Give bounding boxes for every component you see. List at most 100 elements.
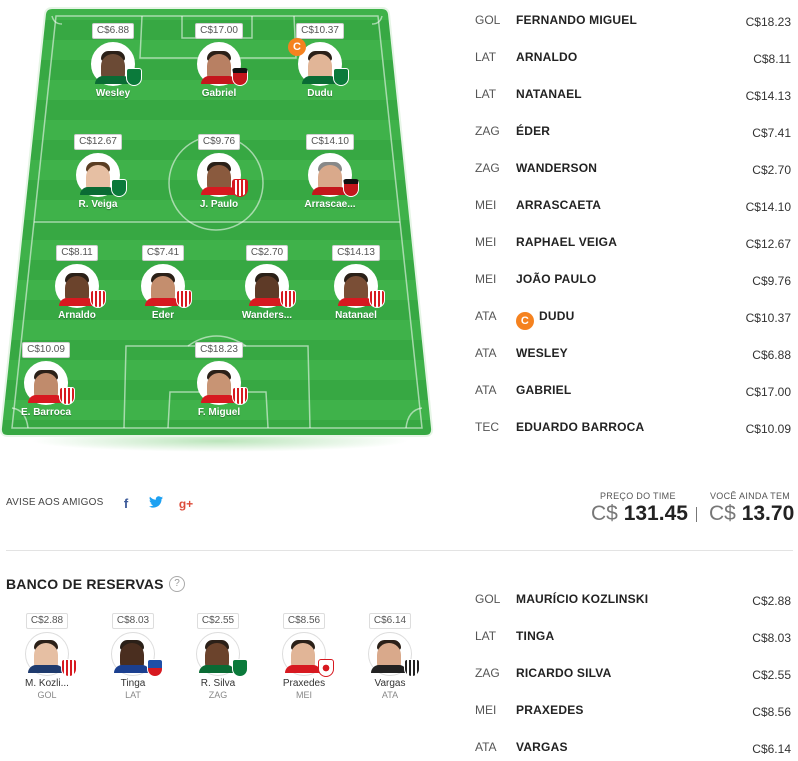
roster-player-price: C$17.00 bbox=[745, 385, 791, 399]
field-player-fmiguel[interactable]: C$18.23 F. Miguel bbox=[174, 339, 264, 418]
roster-row[interactable]: MEI ARRASCAETA C$14.10 bbox=[475, 198, 793, 235]
player-name: Wesley bbox=[95, 88, 131, 99]
player-name: Arrascae... bbox=[304, 199, 356, 210]
player-price: C$2.88 bbox=[25, 613, 69, 629]
field-player-natanael[interactable]: C$14.13 Natanael bbox=[311, 242, 401, 321]
field-player-rveiga[interactable]: C$12.67 R. Veiga bbox=[53, 131, 143, 210]
roster-position: TEC bbox=[475, 420, 499, 434]
team-price-label: PREÇO DO TIME bbox=[600, 491, 676, 501]
player-position: LAT bbox=[125, 690, 141, 700]
roster-row[interactable]: LAT NATANAEL C$14.13 bbox=[475, 87, 793, 124]
bench-player-tinga[interactable]: C$8.03 Tinga LAT bbox=[98, 610, 168, 700]
roster-row[interactable]: ZAG ÉDER C$7.41 bbox=[475, 124, 793, 161]
roster-position: MEI bbox=[475, 272, 497, 286]
club-crest-icon bbox=[176, 290, 192, 308]
roster-row[interactable]: MEI JOÃO PAULO C$9.76 bbox=[475, 272, 793, 309]
field-player-wesley[interactable]: C$6.88 Wesley bbox=[68, 20, 158, 99]
facebook-icon[interactable]: f bbox=[118, 496, 134, 512]
player-avatar bbox=[196, 632, 248, 677]
player-price: C$10.09 bbox=[22, 342, 70, 358]
section-divider bbox=[6, 550, 793, 551]
field-player-ebarroca[interactable]: C$10.09 E. Barroca bbox=[1, 339, 91, 418]
player-price: C$10.37 bbox=[296, 23, 344, 39]
player-avatar bbox=[334, 264, 385, 308]
field-player-arnaldo[interactable]: C$8.11 Arnaldo bbox=[32, 242, 122, 321]
field-player-dudu[interactable]: C$10.37 C Dudu bbox=[275, 20, 365, 99]
roster-player-price: C$12.67 bbox=[745, 237, 791, 251]
roster-position: ATA bbox=[475, 740, 497, 754]
player-avatar bbox=[245, 264, 296, 308]
bench-player-vargas[interactable]: C$6.14 Vargas ATA bbox=[355, 610, 425, 700]
player-name: J. Paulo bbox=[199, 199, 239, 210]
roster-row[interactable]: ZAG WANDERSON C$2.70 bbox=[475, 161, 793, 198]
field-player-eder[interactable]: C$7.41 Eder bbox=[118, 242, 208, 321]
roster-row[interactable]: MEI PRAXEDES C$8.56 bbox=[475, 703, 793, 740]
player-price: C$14.10 bbox=[306, 134, 354, 150]
roster-position: ZAG bbox=[475, 666, 500, 680]
roster-player-name: RICARDO SILVA bbox=[516, 666, 612, 680]
roster-player-price: C$2.88 bbox=[752, 594, 791, 608]
roster-row[interactable]: MEI RAPHAEL VEIGA C$12.67 bbox=[475, 235, 793, 272]
bench-player-kozlinski[interactable]: C$2.88 M. Kozli... GOL bbox=[12, 610, 82, 700]
player-price: C$8.11 bbox=[56, 245, 98, 261]
roster-row[interactable]: ZAG RICARDO SILVA C$2.55 bbox=[475, 666, 793, 703]
bench-title: BANCO DE RESERVAS bbox=[6, 576, 164, 592]
share-label: AVISE AOS AMIGOS bbox=[6, 497, 104, 508]
player-name: Wanders... bbox=[241, 310, 293, 321]
remaining-label: VOCÊ AINDA TEM bbox=[710, 491, 791, 501]
player-name: Vargas bbox=[374, 678, 406, 689]
field-player-jpaulo[interactable]: C$9.76 J. Paulo bbox=[174, 131, 264, 210]
twitter-icon[interactable] bbox=[148, 496, 164, 512]
player-position: ATA bbox=[381, 690, 399, 700]
roster-player-price: C$9.76 bbox=[752, 274, 791, 288]
player-name: M. Kozli... bbox=[25, 678, 69, 689]
roster-row[interactable]: ATA WESLEY C$6.88 bbox=[475, 346, 793, 383]
player-avatar bbox=[197, 42, 248, 86]
bench-player-rsilva[interactable]: C$2.55 R. Silva ZAG bbox=[183, 610, 253, 700]
player-avatar bbox=[76, 153, 127, 197]
roster-player-price: C$14.13 bbox=[745, 89, 791, 103]
help-icon[interactable]: ? bbox=[169, 576, 185, 592]
roster-player-price: C$8.11 bbox=[753, 52, 791, 66]
roster-player-price: C$14.10 bbox=[745, 200, 791, 214]
team-price-currency: C$ bbox=[591, 502, 618, 525]
roster-row[interactable]: GOL FERNANDO MIGUEL C$18.23 bbox=[475, 13, 793, 50]
player-avatar bbox=[25, 632, 77, 677]
roster-row[interactable]: LAT ARNALDO C$8.11 bbox=[475, 50, 793, 87]
club-crest-icon bbox=[232, 387, 248, 405]
player-avatar bbox=[368, 632, 420, 677]
roster-player-price: C$10.09 bbox=[745, 422, 791, 436]
field-player-arrascaeta[interactable]: C$14.10 Arrascae... bbox=[285, 131, 375, 210]
field-player-wanderson[interactable]: C$2.70 Wanders... bbox=[222, 242, 312, 321]
player-name: Eder bbox=[151, 310, 175, 321]
roster-row[interactable]: ATA C DUDU C$10.37 bbox=[475, 309, 793, 346]
roster-player-name: ÉDER bbox=[516, 124, 551, 138]
remaining-value: C$ 13.70 bbox=[709, 502, 794, 526]
team-price-value: C$ 131.45 bbox=[591, 502, 688, 526]
player-name: Dudu bbox=[307, 88, 333, 99]
roster-position: ATA bbox=[475, 383, 497, 397]
player-avatar: C bbox=[288, 38, 349, 86]
roster-player-name: PRAXEDES bbox=[516, 703, 584, 717]
roster-row[interactable]: ATA VARGAS C$6.14 bbox=[475, 740, 793, 761]
roster-position: GOL bbox=[475, 13, 501, 27]
roster-row[interactable]: LAT TINGA C$8.03 bbox=[475, 629, 793, 666]
roster-position: ZAG bbox=[475, 124, 500, 138]
roster-row[interactable]: GOL MAURÍCIO KOZLINSKI C$2.88 bbox=[475, 592, 793, 629]
bench-player-praxedes[interactable]: C$8.56 Praxedes MEI bbox=[269, 610, 339, 700]
starting-roster-list: GOL FERNANDO MIGUEL C$18.23 LAT ARNALDO … bbox=[475, 13, 793, 457]
googleplus-icon[interactable]: g+ bbox=[178, 496, 194, 512]
player-name: R. Silva bbox=[200, 678, 236, 689]
roster-player-price: C$6.14 bbox=[752, 742, 791, 756]
player-price: C$17.00 bbox=[195, 23, 243, 39]
roster-position: ATA bbox=[475, 309, 497, 323]
field-player-gabriel[interactable]: C$17.00 Gabriel bbox=[174, 20, 264, 99]
player-price: C$6.88 bbox=[91, 23, 135, 39]
player-position: ZAG bbox=[208, 690, 228, 700]
roster-row[interactable]: ATA GABRIEL C$17.00 bbox=[475, 383, 793, 420]
roster-player-name: GABRIEL bbox=[516, 383, 572, 397]
remaining-number: 13.70 bbox=[741, 502, 795, 525]
player-avatar bbox=[55, 264, 106, 308]
player-price: C$8.56 bbox=[282, 613, 326, 629]
roster-row[interactable]: TEC EDUARDO BARROCA C$10.09 bbox=[475, 420, 793, 457]
